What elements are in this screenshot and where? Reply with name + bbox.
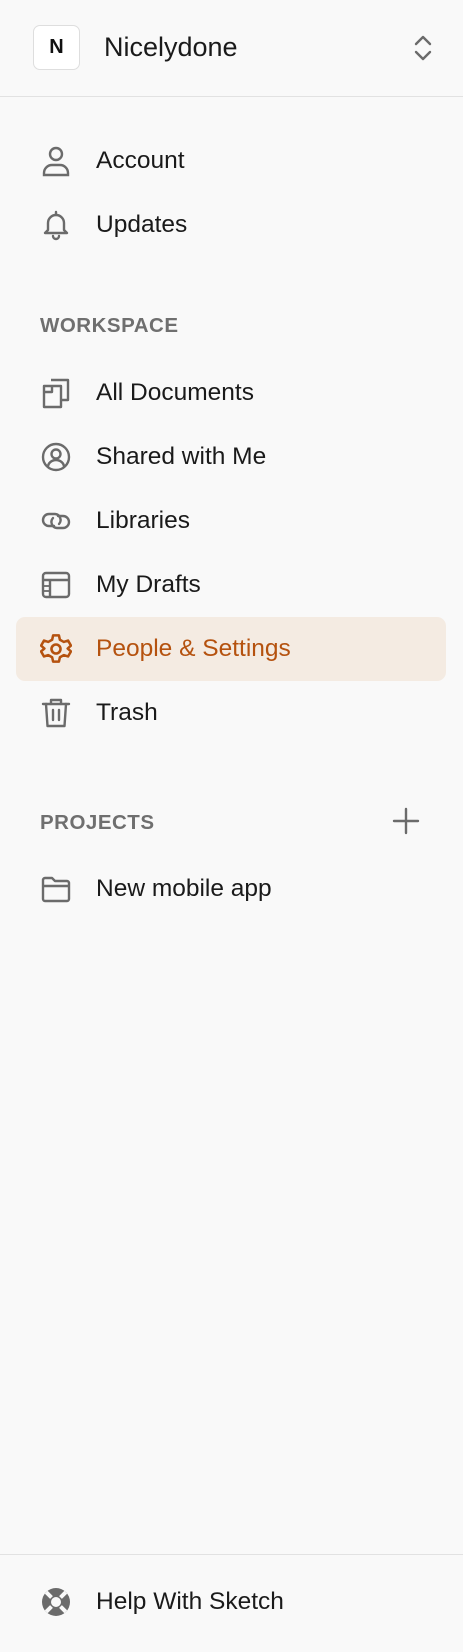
nav-item-account[interactable]: Account <box>16 129 446 193</box>
nav-item-people-settings[interactable]: People & Settings <box>16 617 446 681</box>
section-title-workspace: WORKSPACE <box>40 314 179 337</box>
help-label: Help With Sketch <box>96 1588 284 1615</box>
chevron-updown-icon[interactable] <box>410 33 436 63</box>
trash-icon <box>40 697 72 729</box>
user-icon <box>40 145 72 177</box>
folder-icon <box>40 873 72 905</box>
nav-item-updates[interactable]: Updates <box>16 193 446 257</box>
nav-item-all-documents[interactable]: All Documents <box>16 361 446 425</box>
nav-label: Account <box>96 147 185 174</box>
workspace-name: Nicelydone <box>104 32 238 62</box>
nav-label: Shared with Me <box>96 443 267 470</box>
nav-label: All Documents <box>96 379 254 406</box>
nav-label: My Drafts <box>96 571 201 598</box>
nav-item-trash[interactable]: Trash <box>16 681 446 745</box>
bell-icon <box>40 209 72 241</box>
gear-icon <box>40 633 72 665</box>
documents-icon <box>40 377 72 409</box>
nav-item-my-drafts[interactable]: My Drafts <box>16 553 446 617</box>
project-item-new-mobile-app[interactable]: New mobile app <box>16 857 446 921</box>
lifebuoy-icon <box>40 1586 72 1618</box>
nav-label: New mobile app <box>96 875 272 902</box>
nav-item-shared-with-me[interactable]: Shared with Me <box>16 425 446 489</box>
section-title-projects: PROJECTS <box>40 811 155 834</box>
add-project-icon[interactable] <box>392 807 420 835</box>
nav-label: Trash <box>96 699 158 726</box>
footer: Help With Sketch <box>0 1554 463 1652</box>
nav-label: Libraries <box>96 507 190 534</box>
user-circle-icon <box>40 441 72 473</box>
workspace-header[interactable]: N Nicelydone <box>0 0 463 97</box>
nav-label: Updates <box>96 211 188 238</box>
drafts-icon <box>40 569 72 601</box>
nav-item-libraries[interactable]: Libraries <box>16 489 446 553</box>
nav-label: People & Settings <box>96 635 291 662</box>
workspace-avatar: N <box>33 25 80 70</box>
link-icon <box>40 505 72 537</box>
help-with-sketch-button[interactable]: Help With Sketch <box>16 1570 446 1634</box>
